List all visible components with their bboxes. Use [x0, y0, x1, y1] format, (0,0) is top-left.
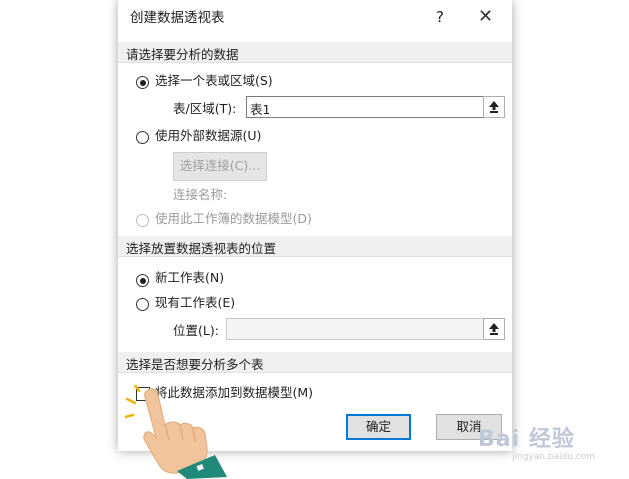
section-header-multiple-tables-label: 选择是否想要分析多个表: [126, 357, 264, 372]
radio-external[interactable]: [136, 131, 149, 144]
radio-existing-sheet[interactable]: [136, 298, 149, 311]
baidu-watermark: Bai 经验: [478, 427, 575, 452]
collapse-arrow-icon: [489, 323, 499, 335]
choose-connection-button[interactable]: 选择连接(C)...: [173, 152, 267, 181]
dialog-title: 创建数据透视表: [130, 10, 225, 26]
section-header-data-label: 请选择要分析的数据: [126, 47, 239, 62]
section-header-data: 请选择要分析的数据: [118, 42, 512, 63]
range-input[interactable]: 表1: [246, 96, 488, 118]
collapse-arrow-icon: [489, 101, 499, 113]
radio-select-range-circle[interactable]: [136, 76, 149, 89]
section-header-location: 选择放置数据透视表的位置: [118, 236, 512, 257]
ok-button[interactable]: 确定: [346, 414, 411, 440]
radio-external-label[interactable]: 使用外部数据源(U): [155, 128, 261, 144]
location-field-label: 位置(L):: [173, 323, 219, 338]
baidu-watermark-url: jingyan.baidu.com: [512, 452, 596, 462]
location-collapse-button[interactable]: [483, 318, 505, 340]
radio-selected-dot: [139, 277, 146, 284]
radio-select-range-label[interactable]: 选择一个表或区域(S): [155, 73, 273, 89]
close-icon[interactable]: ✕: [478, 6, 493, 27]
radio-selected-dot: [139, 79, 146, 86]
range-input-value[interactable]: 表1: [250, 99, 270, 118]
pointing-hand-icon: [125, 385, 227, 479]
radio-data-model[interactable]: [136, 214, 149, 227]
range-field-label: 表/区域(T):: [173, 101, 237, 116]
radio-external-circle[interactable]: [136, 131, 149, 144]
radio-new-sheet[interactable]: [136, 274, 149, 287]
location-input[interactable]: [226, 318, 488, 340]
radio-existing-sheet-label[interactable]: 现有工作表(E): [155, 295, 235, 311]
radio-new-sheet-label[interactable]: 新工作表(N): [155, 270, 224, 286]
radio-existing-sheet-circle[interactable]: [136, 298, 149, 311]
create-pivot-table-dialog: 创建数据透视表 ? ✕ 请选择要分析的数据 选择一个表或区域(S) 表/区域(T…: [118, 0, 512, 451]
range-collapse-button[interactable]: [483, 96, 505, 118]
section-header-multiple-tables: 选择是否想要分析多个表: [118, 352, 512, 373]
radio-new-sheet-circle[interactable]: [136, 274, 149, 287]
section-header-location-label: 选择放置数据透视表的位置: [126, 241, 277, 256]
radio-data-model-label[interactable]: 使用此工作簿的数据模型(D): [155, 211, 312, 227]
connection-name-label: 连接名称:: [173, 187, 228, 202]
radio-data-model-circle[interactable]: [136, 214, 149, 227]
help-button[interactable]: ?: [436, 8, 444, 26]
radio-select-range[interactable]: [136, 76, 149, 89]
